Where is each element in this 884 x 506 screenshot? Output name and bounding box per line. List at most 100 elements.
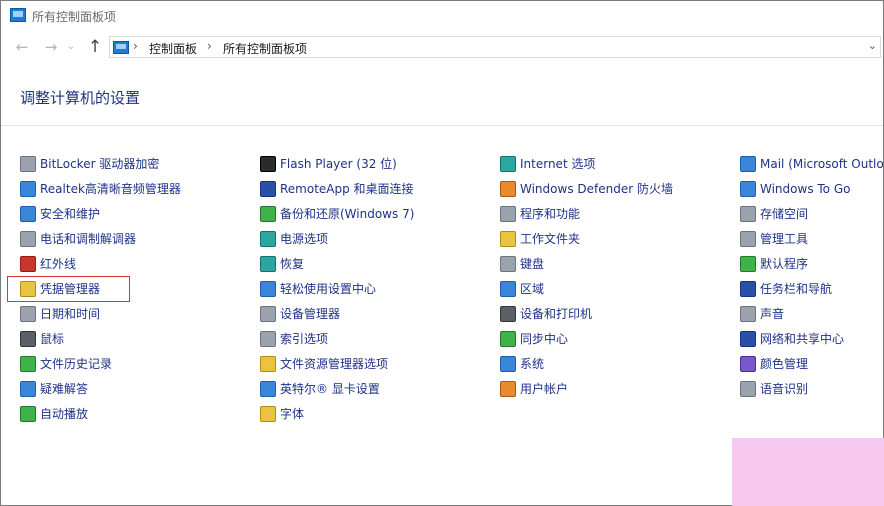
windows-to-go-icon xyxy=(740,180,756,197)
power-icon xyxy=(260,230,276,247)
cp-item[interactable]: BitLocker 驱动器加密 xyxy=(20,151,159,176)
cp-item[interactable]: Internet 选项 xyxy=(500,151,595,176)
cp-item[interactable]: 管理工具 xyxy=(740,226,808,251)
cp-item[interactable]: 文件资源管理器选项 xyxy=(260,351,388,376)
title-bar: 所有控制面板项 xyxy=(1,1,883,31)
remote-desktop-icon xyxy=(260,180,276,197)
cp-item[interactable]: 电话和调制解调器 xyxy=(20,226,136,251)
device-manager-icon xyxy=(260,305,276,322)
cp-item[interactable]: 存储空间 xyxy=(740,201,808,226)
breadcrumb-separator-icon: › xyxy=(207,39,212,53)
cp-item[interactable]: 用户帐户 xyxy=(500,376,568,401)
breadcrumb-control-panel[interactable]: 控制面板 xyxy=(149,40,197,57)
cp-item[interactable]: 区域 xyxy=(500,276,544,301)
ease-of-access-icon xyxy=(260,280,276,297)
cp-item[interactable]: 日期和时间 xyxy=(20,301,100,326)
keyboard-icon xyxy=(500,255,516,272)
intel-graphics-icon xyxy=(260,380,276,397)
cp-item[interactable]: 键盘 xyxy=(500,251,544,276)
up-button[interactable]: ↑ xyxy=(85,37,105,57)
cp-item[interactable]: 语音识别 xyxy=(740,376,808,401)
cp-item[interactable]: 系统 xyxy=(500,351,544,376)
forward-button[interactable]: → xyxy=(41,37,61,57)
chevron-down-icon: ⌄ xyxy=(66,41,76,52)
cp-item[interactable]: RemoteApp 和桌面连接 xyxy=(260,176,414,201)
microphone-icon xyxy=(740,380,756,397)
cp-item[interactable]: 安全和维护 xyxy=(20,201,100,226)
cp-item-credential-manager[interactable]: 凭据管理器 xyxy=(20,276,100,301)
cp-item[interactable]: Flash Player (32 位) xyxy=(260,151,397,176)
address-dropdown-icon[interactable]: ⌄ xyxy=(868,39,877,52)
control-panel-icon xyxy=(10,8,26,22)
phone-modem-icon xyxy=(20,230,36,247)
cp-item[interactable]: 疑难解答 xyxy=(20,376,88,401)
bitlocker-icon xyxy=(20,155,36,172)
page-title: 调整计算机的设置 xyxy=(20,89,141,107)
cp-item[interactable]: 设备和打印机 xyxy=(500,301,592,326)
cp-item[interactable]: 任务栏和导航 xyxy=(740,276,832,301)
firewall-icon xyxy=(500,180,516,197)
window-title: 所有控制面板项 xyxy=(32,10,117,24)
sync-icon xyxy=(500,330,516,347)
storage-icon xyxy=(740,205,756,222)
work-folder-icon xyxy=(500,230,516,247)
cp-item[interactable]: 恢复 xyxy=(260,251,304,276)
cp-item[interactable]: Windows To Go xyxy=(740,176,850,201)
address-control-panel-icon xyxy=(113,41,129,54)
printer-icon xyxy=(500,305,516,322)
internet-icon xyxy=(500,155,516,172)
cp-item[interactable]: 备份和还原(Windows 7) xyxy=(260,201,414,226)
cp-item[interactable]: 轻松使用设置中心 xyxy=(260,276,376,301)
mail-icon xyxy=(740,155,756,172)
cp-item[interactable]: 网络和共享中心 xyxy=(740,326,844,351)
audio-speaker-icon xyxy=(20,180,36,197)
color-management-icon xyxy=(740,355,756,372)
mouse-icon xyxy=(20,330,36,347)
back-button[interactable]: ← xyxy=(12,37,32,57)
cp-item[interactable]: Windows Defender 防火墙 xyxy=(500,176,673,201)
infrared-icon xyxy=(20,255,36,272)
network-icon xyxy=(740,330,756,347)
flag-icon xyxy=(20,205,36,222)
arrow-right-icon: → xyxy=(44,38,58,56)
cp-item[interactable]: 文件历史记录 xyxy=(20,351,112,376)
control-panel-window: 所有控制面板项 ← → ⌄ ↑ › 控制面板 › 所有控制面板项 ⌄ 调整计算机… xyxy=(0,0,884,506)
taskbar-icon xyxy=(740,280,756,297)
cp-item[interactable]: 设备管理器 xyxy=(260,301,340,326)
credential-vault-icon xyxy=(20,280,36,297)
cp-item[interactable]: 索引选项 xyxy=(260,326,328,351)
programs-icon xyxy=(500,205,516,222)
control-panel-items: BitLocker 驱动器加密 Realtek高清晰音频管理器 安全和维护 电话… xyxy=(1,151,883,431)
system-icon xyxy=(500,355,516,372)
cp-item[interactable]: 字体 xyxy=(260,401,304,426)
cp-item[interactable]: 红外线 xyxy=(20,251,76,276)
backup-icon xyxy=(260,205,276,222)
clock-icon xyxy=(20,305,36,322)
recovery-icon xyxy=(260,255,276,272)
admin-tools-icon xyxy=(740,230,756,247)
autoplay-icon xyxy=(20,405,36,422)
cp-item[interactable]: 英特尔® 显卡设置 xyxy=(260,376,380,401)
cp-item[interactable]: Realtek高清晰音频管理器 xyxy=(20,176,181,201)
sound-icon xyxy=(740,305,756,322)
breadcrumb-separator-icon: › xyxy=(133,39,138,53)
cp-item[interactable]: 声音 xyxy=(740,301,784,326)
cp-item[interactable]: 默认程序 xyxy=(740,251,808,276)
folder-options-icon xyxy=(260,355,276,372)
cp-item[interactable]: 同步中心 xyxy=(500,326,568,351)
cp-item[interactable]: 颜色管理 xyxy=(740,351,808,376)
cp-item[interactable]: 工作文件夹 xyxy=(500,226,580,251)
navigation-bar: ← → ⌄ ↑ › 控制面板 › 所有控制面板项 ⌄ xyxy=(1,35,883,59)
breadcrumb-all-items[interactable]: 所有控制面板项 xyxy=(223,40,307,57)
default-programs-icon xyxy=(740,255,756,272)
recent-locations-button[interactable]: ⌄ xyxy=(64,37,78,57)
cp-item[interactable]: Mail (Microsoft Outlo xyxy=(740,151,883,176)
region-icon xyxy=(500,280,516,297)
cp-item[interactable]: 鼠标 xyxy=(20,326,64,351)
flash-icon xyxy=(260,155,276,172)
address-bar[interactable]: › 控制面板 › 所有控制面板项 ⌄ xyxy=(109,36,881,58)
cp-item[interactable]: 程序和功能 xyxy=(500,201,580,226)
troubleshoot-icon xyxy=(20,380,36,397)
cp-item[interactable]: 自动播放 xyxy=(20,401,88,426)
cp-item[interactable]: 电源选项 xyxy=(260,226,328,251)
